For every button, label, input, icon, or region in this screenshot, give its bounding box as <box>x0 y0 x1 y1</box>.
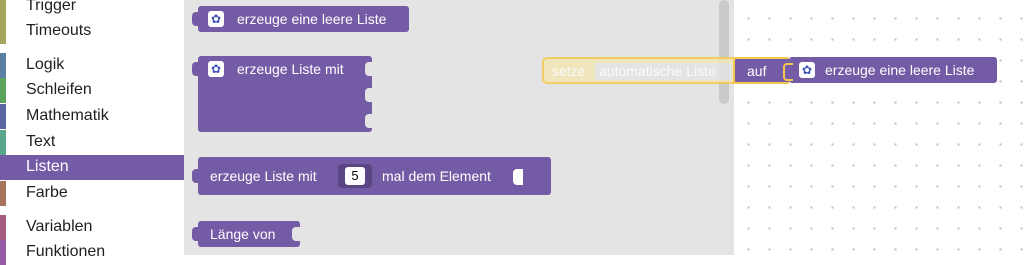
input-socket <box>513 169 523 185</box>
category-text[interactable]: Text <box>0 130 184 155</box>
output-connector <box>192 62 200 76</box>
category-listen[interactable]: Listen <box>0 155 184 180</box>
output-connector <box>783 63 793 81</box>
category-label: Logik <box>26 56 65 73</box>
category-color-swatch <box>0 104 6 129</box>
create-list-with-block[interactable]: ✿ erzeuge Liste mit <box>192 56 373 132</box>
category-label: Timeouts <box>26 22 92 39</box>
block-label: erzeuge eine leere Liste <box>237 11 387 27</box>
create-empty-list-block[interactable]: ✿ erzeuge eine leere Liste <box>192 6 409 32</box>
workspace-canvas[interactable] <box>734 0 1024 255</box>
category-toolbox: Trigger Timeouts Logik Schleifen Mathema… <box>0 0 184 265</box>
category-color-swatch <box>0 130 6 155</box>
category-timeouts[interactable]: Timeouts <box>0 19 184 44</box>
input-socket <box>365 88 373 102</box>
category-farbe[interactable]: Farbe <box>0 181 184 206</box>
category-label: Funktionen <box>26 243 106 260</box>
category-mathematik[interactable]: Mathematik <box>0 104 184 129</box>
output-connector <box>192 169 200 183</box>
count-field[interactable]: 5 <box>345 167 365 185</box>
category-label: Trigger <box>26 0 77 14</box>
variable-name: automatische Liste <box>599 63 716 79</box>
input-socket <box>365 114 373 128</box>
category-funktionen[interactable]: Funktionen <box>0 240 184 265</box>
gear-icon[interactable]: ✿ <box>799 62 815 78</box>
category-trigger[interactable]: Trigger <box>0 0 184 19</box>
category-color-swatch <box>0 0 6 19</box>
block-label: erzeuge eine leere Liste <box>825 62 975 78</box>
input-socket <box>365 62 373 76</box>
flyout-scrollbar[interactable] <box>719 0 729 104</box>
category-label: Mathematik <box>26 107 109 124</box>
gear-icon[interactable]: ✿ <box>208 11 224 27</box>
gear-icon[interactable]: ✿ <box>208 61 224 77</box>
category-logik[interactable]: Logik <box>0 53 184 78</box>
set-variable-block[interactable]: setze automatische Liste <box>542 57 742 84</box>
category-label: Text <box>26 133 56 150</box>
category-color-swatch <box>0 53 6 78</box>
block-suffix-label: mal dem Element <box>382 168 491 184</box>
list-length-block[interactable]: Länge von <box>192 221 300 247</box>
set-to-label: auf <box>747 63 767 79</box>
category-color-swatch <box>0 78 6 103</box>
block-label: Länge von <box>210 226 276 242</box>
category-color-swatch <box>0 155 6 180</box>
create-list-repeated-block[interactable]: erzeuge Liste mit 5 mal dem Element <box>192 157 551 195</box>
category-label: Listen <box>26 158 69 175</box>
set-to-connector[interactable]: auf <box>733 57 789 84</box>
block-label: erzeuge Liste mit <box>210 168 317 184</box>
category-label: Schleifen <box>26 81 92 98</box>
category-color-swatch <box>0 19 6 44</box>
category-color-swatch <box>0 215 6 240</box>
variable-dropdown[interactable]: automatische Liste <box>595 63 732 80</box>
category-label: Variablen <box>26 218 93 235</box>
category-color-swatch <box>0 240 6 265</box>
category-color-swatch <box>0 181 6 206</box>
set-label: setze <box>552 63 586 79</box>
create-empty-list-block[interactable]: ✿ erzeuge eine leere Liste <box>783 57 997 83</box>
category-label: Farbe <box>26 184 68 201</box>
input-socket <box>292 227 300 241</box>
category-schleifen[interactable]: Schleifen <box>0 78 184 103</box>
output-connector <box>192 12 200 26</box>
output-connector <box>192 227 200 241</box>
category-variablen[interactable]: Variablen <box>0 215 184 240</box>
block-label: erzeuge Liste mit <box>237 61 344 77</box>
